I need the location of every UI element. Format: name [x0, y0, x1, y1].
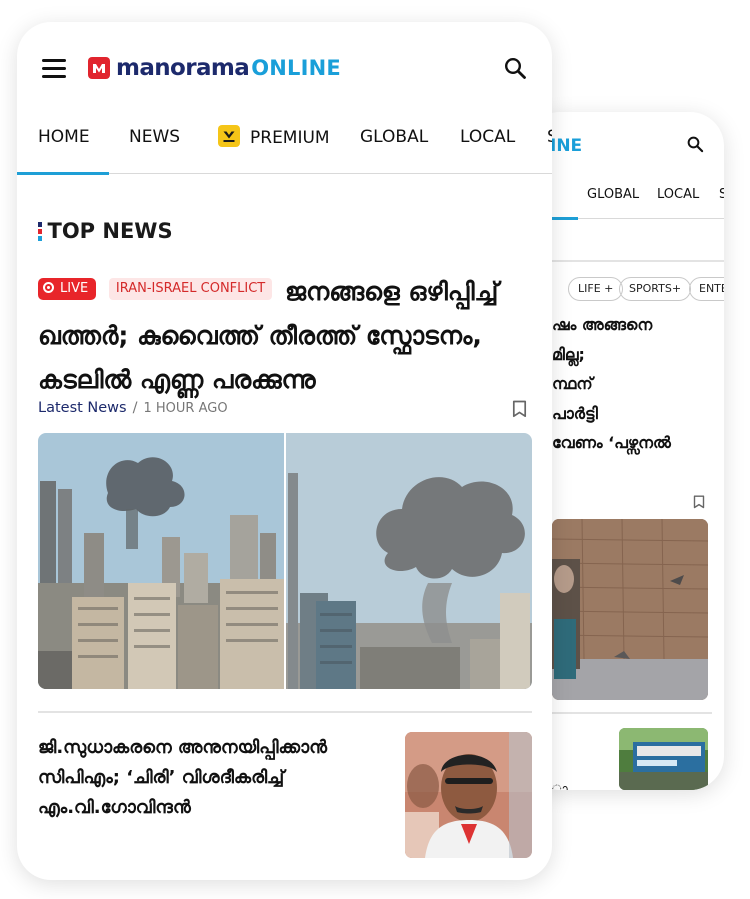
back-nav-item-local[interactable]: LOCAL — [657, 187, 699, 202]
brand-logo[interactable]: manorama ONLINE — [88, 55, 341, 81]
meta-separator: / — [132, 400, 138, 416]
live-badge: LIVE — [38, 278, 97, 300]
back-headline-line: മില്ല; — [552, 344, 585, 364]
back-divider — [526, 260, 724, 262]
back-story-text-fragment: ാ — [552, 782, 568, 790]
section-heading: TOP NEWS — [38, 219, 173, 243]
lead-story-headline[interactable]: LIVE IRAN-ISRAEL CONFLICT ജനങ്ങളെ ഒഴിപ്പ… — [38, 270, 534, 402]
bookmark-icon[interactable] — [512, 400, 527, 422]
logo-mark-icon — [88, 57, 110, 79]
chip-entertainment[interactable]: ENTE — [689, 277, 724, 301]
premium-badge-icon — [218, 125, 240, 147]
back-nav-bar: UM GLOBAL LOCAL S — [526, 172, 724, 220]
back-thumbnail-image[interactable] — [619, 728, 708, 790]
back-headline-line: വേണം ‘പഴ്സനൽ — [552, 433, 671, 452]
search-icon[interactable] — [503, 56, 527, 84]
story-category[interactable]: Latest News — [38, 400, 127, 416]
back-nav-item-global[interactable]: GLOBAL — [587, 187, 639, 202]
lead-story-image[interactable] — [38, 433, 532, 689]
nav-tab-global[interactable]: GLOBAL — [360, 127, 428, 147]
logo-fragment: INE — [550, 136, 583, 156]
back-headline-line: ന്ഥന് — [552, 374, 593, 393]
nav-tab-premium[interactable]: PREMIUM — [218, 125, 330, 149]
second-story-thumbnail[interactable] — [405, 732, 532, 858]
front-phone-screen: manorama ONLINE HOME NEWS PREMIUM GLOBAL… — [17, 22, 552, 880]
chip-sports[interactable]: SPORTS+ — [619, 277, 692, 301]
nav-tab-more[interactable]: S — [547, 127, 552, 147]
menu-icon[interactable] — [42, 59, 66, 78]
logo-wordmark: manorama — [116, 55, 250, 81]
nav-active-indicator — [17, 171, 109, 175]
back-headline-line: ഷം അങ്ങനെ — [552, 315, 653, 334]
live-label: LIVE — [60, 281, 89, 296]
search-icon[interactable] — [686, 135, 704, 157]
section-title: TOP NEWS — [47, 219, 173, 243]
back-divider — [552, 712, 712, 714]
bookmark-icon[interactable] — [693, 494, 705, 513]
back-phone-screen: INE UM GLOBAL LOCAL S S LIFE + SPORTS+ E… — [526, 112, 724, 790]
nav-tab-home[interactable]: HOME — [38, 127, 90, 147]
second-story-headline[interactable]: ജി.സുധാകരനെ അനുനയിപ്പിക്കാൻ സിപിഎം; ‘ചിര… — [38, 733, 378, 823]
story-time: 1 HOUR AGO — [143, 401, 228, 416]
story-meta: Latest News / 1 HOUR AGO — [38, 400, 228, 416]
back-story-image[interactable] — [552, 519, 708, 700]
section-marker-icon — [38, 221, 42, 242]
logo-wordmark-online: ONLINE — [251, 56, 341, 80]
chip-life[interactable]: LIFE + — [568, 277, 624, 301]
topic-badge[interactable]: IRAN-ISRAEL CONFLICT — [108, 278, 273, 300]
back-nav-item-more[interactable]: S — [719, 187, 724, 202]
story-divider — [38, 711, 532, 713]
live-icon — [43, 282, 54, 293]
nav-tab-local[interactable]: LOCAL — [460, 127, 515, 147]
back-headline-line: പാർട്ടി — [552, 403, 598, 423]
main-nav-bar: HOME NEWS PREMIUM GLOBAL LOCAL S — [17, 110, 552, 175]
nav-tab-premium-label: PREMIUM — [250, 128, 330, 148]
back-headline[interactable]: ഷം അങ്ങനെ മില്ല; ന്ഥന് പാർട്ടി വേണം ‘പഴ്… — [552, 310, 724, 458]
nav-tab-news[interactable]: NEWS — [129, 127, 180, 147]
